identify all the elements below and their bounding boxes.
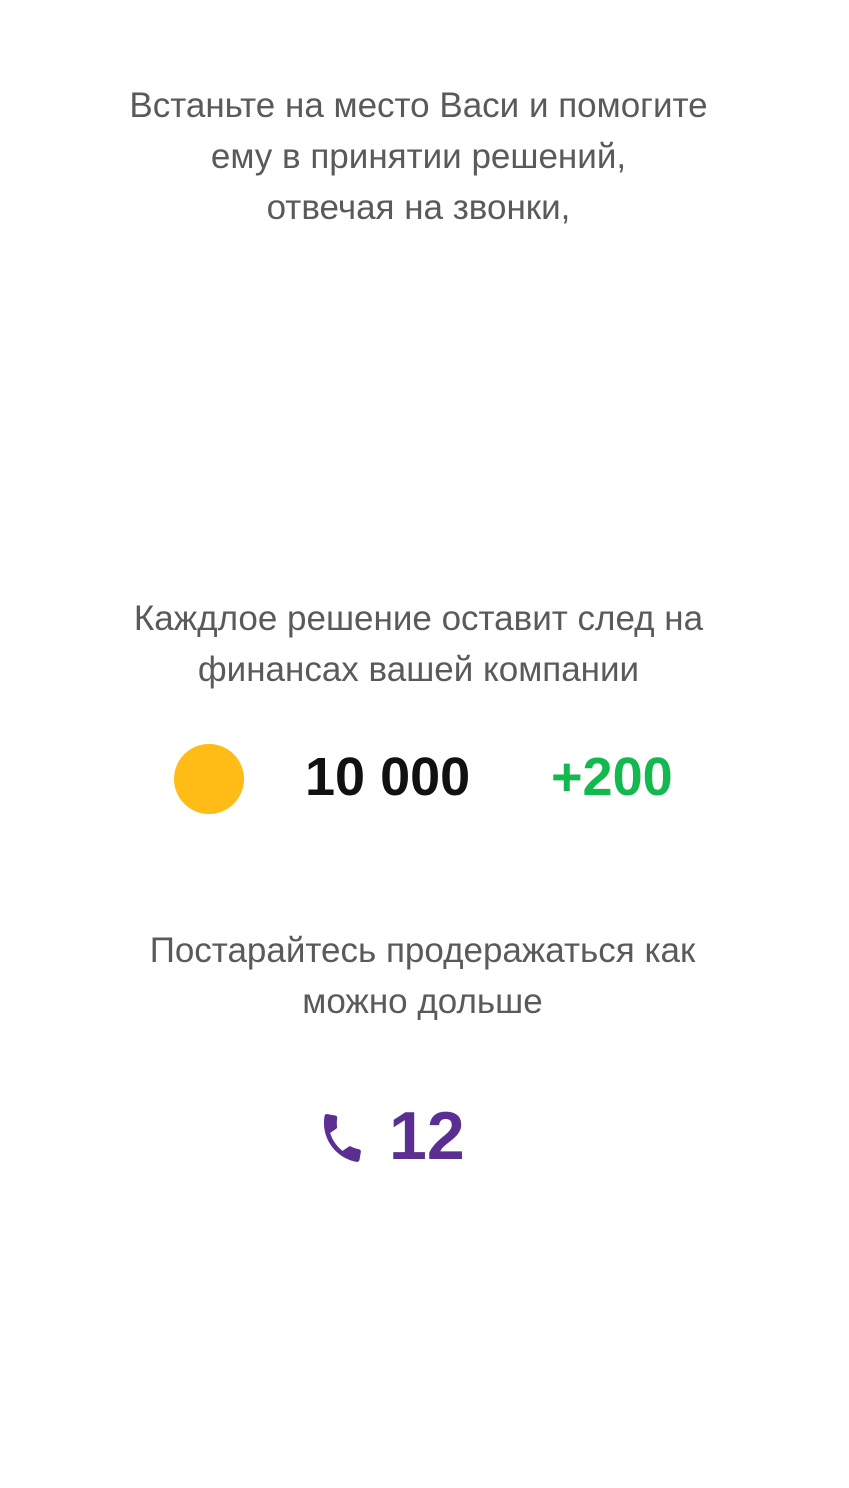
survival-hint-text: Постарайтесь продеражаться как можно дол… bbox=[0, 925, 847, 1027]
balance-value: 10 000 bbox=[305, 747, 471, 807]
intro-line-3: отвечая на звонки, bbox=[266, 188, 571, 227]
survival-hint-line-1: Постарайтесь продеражаться как bbox=[149, 931, 696, 970]
intro-line-1: Встаньте на место Васи и помогите bbox=[129, 86, 708, 125]
survival-hint-line-2: можно дольше bbox=[302, 982, 543, 1021]
intro-text: Встаньте на место Васи и помогите ему в … bbox=[0, 80, 843, 233]
coin-icon bbox=[174, 744, 244, 814]
finance-hint-text: Каждлое решение оставит след на финансах… bbox=[0, 593, 843, 695]
finance-hint-line-1: Каждлое решение оставит след на bbox=[133, 599, 704, 638]
calls-count: 12 bbox=[389, 1098, 465, 1174]
phone-icon bbox=[323, 1114, 361, 1162]
finance-hint-line-2: финансах вашей компании bbox=[197, 650, 640, 689]
balance-delta: +200 bbox=[551, 747, 673, 807]
intro-line-2: ему в принятии решений, bbox=[210, 137, 627, 176]
